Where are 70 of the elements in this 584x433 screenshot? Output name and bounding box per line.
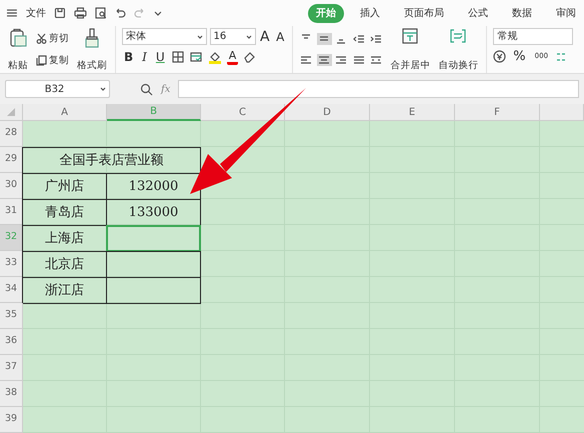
row-header[interactable]: 39 [0, 407, 23, 433]
paste-icon[interactable] [9, 28, 27, 48]
ribbon-tab[interactable]: 插入 [352, 4, 388, 22]
middle-align-icon[interactable] [316, 32, 332, 45]
merge-center-button[interactable]: 合并居中 [388, 60, 432, 71]
zoom-icon[interactable] [140, 82, 153, 96]
column-header[interactable]: C [201, 104, 285, 121]
borders-icon[interactable] [172, 51, 185, 63]
grow-font-button[interactable]: A [258, 28, 272, 44]
undo-icon[interactable] [114, 7, 126, 19]
paste-button[interactable]: 粘贴 [6, 60, 30, 71]
dropdown-icon [197, 34, 203, 40]
merge-icon [402, 28, 418, 44]
align-center-icon[interactable] [316, 54, 332, 66]
row-header[interactable]: 28 [0, 121, 23, 147]
row-header[interactable]: 37 [0, 355, 23, 381]
font-color-button[interactable]: A [226, 49, 238, 65]
wrap-text-icon [450, 28, 466, 44]
file-menu[interactable]: 文件 [26, 4, 46, 22]
shrink-font-button[interactable]: A [274, 30, 286, 44]
wrap-text-button[interactable]: 自动换行 [436, 60, 480, 71]
column-header[interactable]: A [23, 104, 107, 121]
menu-icon[interactable] [6, 8, 18, 18]
row-header[interactable]: 29 [0, 147, 23, 173]
row-header[interactable]: 34 [0, 277, 23, 303]
active-cell[interactable] [106, 225, 201, 252]
italic-button[interactable]: I [140, 50, 149, 64]
currency-icon[interactable] [493, 50, 506, 63]
font-size-field[interactable]: 16 [210, 28, 256, 45]
table-cell: 全国手表店营业额 [22, 147, 201, 174]
dropdown-icon [246, 34, 252, 40]
format-painter-button[interactable]: 格式刷 [75, 60, 109, 71]
formula-field[interactable] [178, 80, 579, 98]
column-header[interactable]: D [285, 104, 370, 121]
brush-icon[interactable] [84, 28, 100, 48]
column-header[interactable]: E [370, 104, 455, 121]
column-header[interactable]: F [455, 104, 540, 121]
row-header[interactable]: 35 [0, 303, 23, 329]
cell-style-icon[interactable] [190, 51, 203, 63]
copy-icon [36, 54, 47, 66]
underline-button[interactable]: U [154, 50, 167, 64]
bold-button[interactable]: B [122, 50, 136, 64]
row-header[interactable]: 31 [0, 199, 23, 225]
scissors-icon [36, 33, 47, 44]
justify-icon[interactable] [352, 54, 367, 66]
row-header[interactable]: 30 [0, 173, 23, 199]
table-cell: 浙江店 [22, 277, 107, 304]
dropdown-icon [100, 86, 106, 92]
ribbon-tab[interactable]: 审阅 [548, 4, 584, 22]
number-format-field[interactable]: 常规 [493, 28, 574, 45]
font-field[interactable]: 宋体 [122, 28, 207, 45]
eraser-icon[interactable] [243, 51, 256, 63]
percent-button[interactable]: % [511, 49, 528, 64]
fill-color-icon[interactable] [208, 50, 222, 64]
decimal-icon[interactable] [555, 50, 568, 62]
save-icon[interactable] [54, 7, 66, 19]
ribbon-tab[interactable]: 数据 [504, 4, 540, 22]
name-box[interactable]: B32 [5, 80, 110, 98]
row-header[interactable]: 38 [0, 381, 23, 407]
ribbon-tab[interactable]: 公式 [460, 4, 496, 22]
dropdown-icon[interactable] [154, 9, 162, 17]
fx-label: fx [161, 82, 170, 96]
print-icon[interactable] [74, 7, 87, 19]
copy-button[interactable]: 复制 [34, 54, 71, 67]
decrease-indent-icon[interactable] [352, 32, 367, 45]
cut-button[interactable]: 剪切 [34, 32, 71, 46]
preview-icon[interactable] [94, 7, 106, 19]
row-header[interactable]: 33 [0, 251, 23, 277]
row-header[interactable]: 36 [0, 329, 23, 355]
ribbon-tab[interactable]: 页面布局 [396, 4, 452, 22]
